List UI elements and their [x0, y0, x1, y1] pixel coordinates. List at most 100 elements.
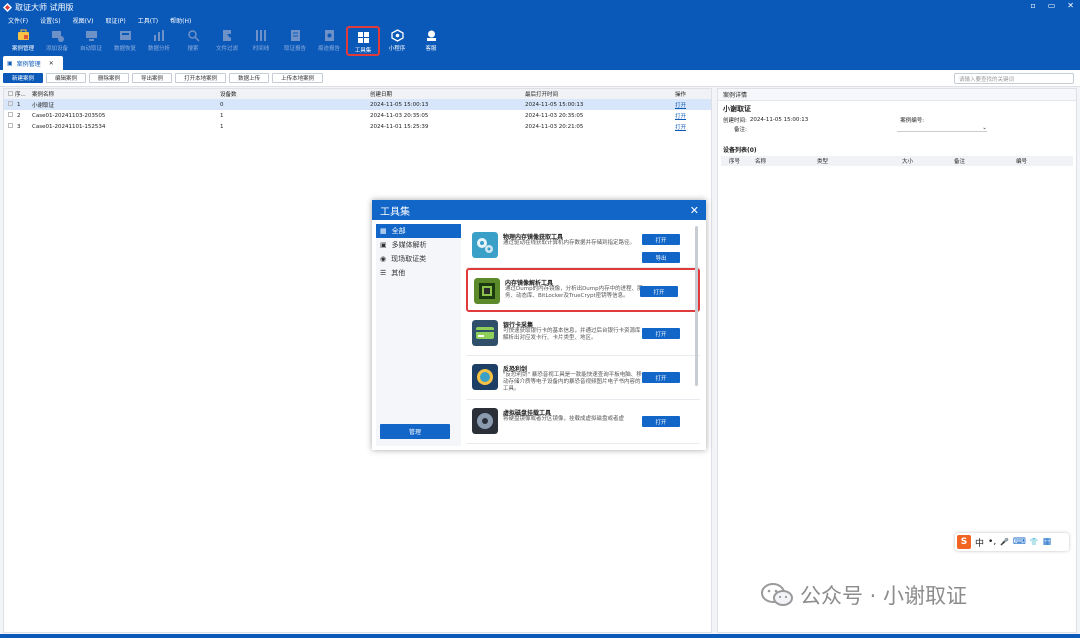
- trace-report-icon: [324, 30, 334, 41]
- menu-settings[interactable]: 设置(S): [40, 16, 61, 25]
- window-title: 取证大师 试用版: [15, 2, 74, 12]
- open-case-link[interactable]: 打开: [675, 125, 686, 131]
- status-strip: [0, 634, 1080, 638]
- search-input[interactable]: 请输入要查找的关键词: [954, 73, 1074, 84]
- open-tool-button[interactable]: 打开: [640, 286, 678, 297]
- note-dropdown[interactable]: ⌄: [896, 125, 987, 132]
- delete-case-button[interactable]: 删除案例: [89, 73, 130, 83]
- report-button[interactable]: 取证报告: [278, 26, 312, 56]
- data-upload-button[interactable]: 数据上传: [229, 73, 270, 83]
- keyboard-icon[interactable]: ⌨: [1013, 537, 1026, 547]
- auto-forensics-button[interactable]: 自动取证: [74, 26, 108, 56]
- ime-punctuation[interactable]: •,: [988, 537, 996, 547]
- memory-chip-icon: [474, 278, 500, 304]
- case-number-label: 案例编号:: [900, 117, 925, 124]
- category-all[interactable]: ▦ 全部: [376, 224, 461, 238]
- add-device-icon: [51, 31, 64, 42]
- sogou-logo-icon[interactable]: S: [957, 535, 971, 549]
- dialog-header: 工具集 ✕: [372, 200, 706, 220]
- open-tool-button[interactable]: 打开: [642, 234, 680, 245]
- row-checkbox[interactable]: [8, 112, 13, 117]
- device-list-title: 设备列表(0): [723, 147, 757, 154]
- open-case-link[interactable]: 打开: [675, 114, 686, 120]
- new-case-button[interactable]: 新建案例: [3, 73, 44, 83]
- close-window-button[interactable]: ✕: [1067, 1, 1074, 10]
- detail-note-row: 备注: ⌄: [718, 124, 1076, 133]
- watermark: 公众号 · 小谢取证: [760, 580, 967, 610]
- search-button[interactable]: 搜索: [176, 26, 210, 56]
- column-header: 操作: [675, 92, 687, 98]
- table-row[interactable]: 3 Case01-20241101-152534 1 2024-11-01 15…: [4, 121, 711, 132]
- column-header: 编号: [1016, 159, 1028, 165]
- shield-icon: [472, 364, 498, 390]
- data-analysis-button[interactable]: 数据分析: [142, 26, 176, 56]
- case-management-button[interactable]: 案例管理: [6, 26, 40, 56]
- toolbar-label: 客服: [425, 46, 437, 52]
- customer-service-button[interactable]: 客服: [414, 26, 448, 56]
- category-onsite[interactable]: ◉ 现场取证类: [376, 252, 461, 266]
- close-icon[interactable]: ✕: [690, 204, 699, 217]
- menu-forensics[interactable]: 取证(P): [105, 16, 125, 25]
- ime-toolbar: S 中 •, 🎤 ⌨ 👕 ▦: [955, 533, 1069, 551]
- export-tool-button[interactable]: 导出: [642, 252, 680, 263]
- column-header: 大小: [902, 159, 914, 165]
- toolbox-icon[interactable]: ▦: [1043, 537, 1052, 547]
- edit-case-button[interactable]: 编辑案例: [46, 73, 87, 83]
- auto-forensics-icon: [85, 31, 97, 41]
- file-filter-button[interactable]: 文件过滤: [210, 26, 244, 56]
- toolset-button[interactable]: 工具集: [346, 26, 380, 56]
- data-recovery-button[interactable]: 数据恢复: [108, 26, 142, 56]
- maximize-button[interactable]: ▭: [1048, 1, 1056, 10]
- miniprogram-button[interactable]: 小程序: [380, 26, 414, 56]
- microphone-icon[interactable]: 🎤: [1000, 538, 1009, 546]
- detail-header: 案例详情: [718, 89, 1076, 101]
- row-index: 2: [4, 110, 28, 121]
- manage-button[interactable]: 管理: [380, 424, 450, 439]
- header-checkbox[interactable]: [8, 91, 13, 96]
- minimize-button[interactable]: ▫: [1030, 1, 1035, 10]
- menu-file[interactable]: 文件(F): [8, 16, 28, 25]
- customer-service-icon: [426, 30, 436, 41]
- skin-icon[interactable]: 👕: [1030, 538, 1039, 546]
- trace-report-button[interactable]: 痕迹报告: [312, 26, 346, 56]
- menu-tools[interactable]: 工具(T): [138, 16, 158, 25]
- open-local-case-button[interactable]: 打开本地案例: [175, 73, 227, 83]
- column-header: 序号: [729, 159, 741, 165]
- case-detail-pane: 案例详情 小谢取证 创建时间: 2024-11-05 15:00:13 案例编号…: [717, 88, 1077, 633]
- toolbar-label: 工具集: [354, 48, 372, 54]
- category-media[interactable]: ▣ 多媒体解析: [376, 238, 461, 252]
- open-tool-button[interactable]: 打开: [642, 328, 680, 339]
- table-row[interactable]: 2 Case01-20241103-203505 1 2024-11-03 20…: [4, 110, 711, 121]
- menu-view[interactable]: 视图(V): [73, 16, 94, 25]
- menu-help[interactable]: 帮助(H): [170, 16, 191, 25]
- row-checkbox[interactable]: [8, 101, 13, 106]
- column-header: 案例名称: [32, 92, 55, 98]
- created-value: 2024-11-05 15:00:13: [749, 116, 809, 123]
- scrollbar[interactable]: [695, 226, 698, 386]
- toolbar-label: 自动取证: [79, 46, 102, 52]
- category-label: 多媒体解析: [391, 241, 427, 249]
- table-row[interactable]: 1 小谢取证 0 2024-11-05 15:00:13 2024-11-05 …: [4, 99, 711, 110]
- open-tool-button[interactable]: 打开: [642, 372, 680, 383]
- tool-item: 银行卡采集 可快速获取银行卡的基本信息，并通过后台银行卡资源库解析出对应发卡行、…: [466, 312, 700, 356]
- gears-icon: [472, 232, 498, 258]
- upload-local-case-button[interactable]: 上传本地案例: [272, 73, 324, 83]
- column-header: 名称: [755, 159, 767, 165]
- add-device-button[interactable]: 添加设备: [40, 26, 74, 56]
- export-case-button[interactable]: 导出案例: [132, 73, 173, 83]
- ime-chinese-mode[interactable]: 中: [975, 536, 984, 549]
- open-case-link[interactable]: 打开: [675, 103, 686, 109]
- app-logo-icon: [3, 2, 12, 12]
- row-checkbox[interactable]: [8, 123, 13, 128]
- column-header: 备注: [954, 159, 966, 165]
- disk-mount-icon: [472, 408, 498, 434]
- category-other[interactable]: ☰ 其他: [376, 266, 461, 280]
- timeline-button[interactable]: 时间线: [244, 26, 278, 56]
- case-management-icon: [17, 29, 29, 40]
- tab-case-management[interactable]: ▣ 案例管理 ✕: [3, 56, 63, 70]
- chevron-down-icon: ⌄: [982, 125, 987, 131]
- close-tab-icon[interactable]: ✕: [49, 60, 54, 67]
- open-tool-button[interactable]: 打开: [642, 416, 680, 427]
- tool-item: 内存镜像解析工具 通过Dump的内存镜像，分析出Dump内存中的进程、服务、动态…: [466, 268, 700, 312]
- toolbar-label: 时间线: [252, 46, 270, 52]
